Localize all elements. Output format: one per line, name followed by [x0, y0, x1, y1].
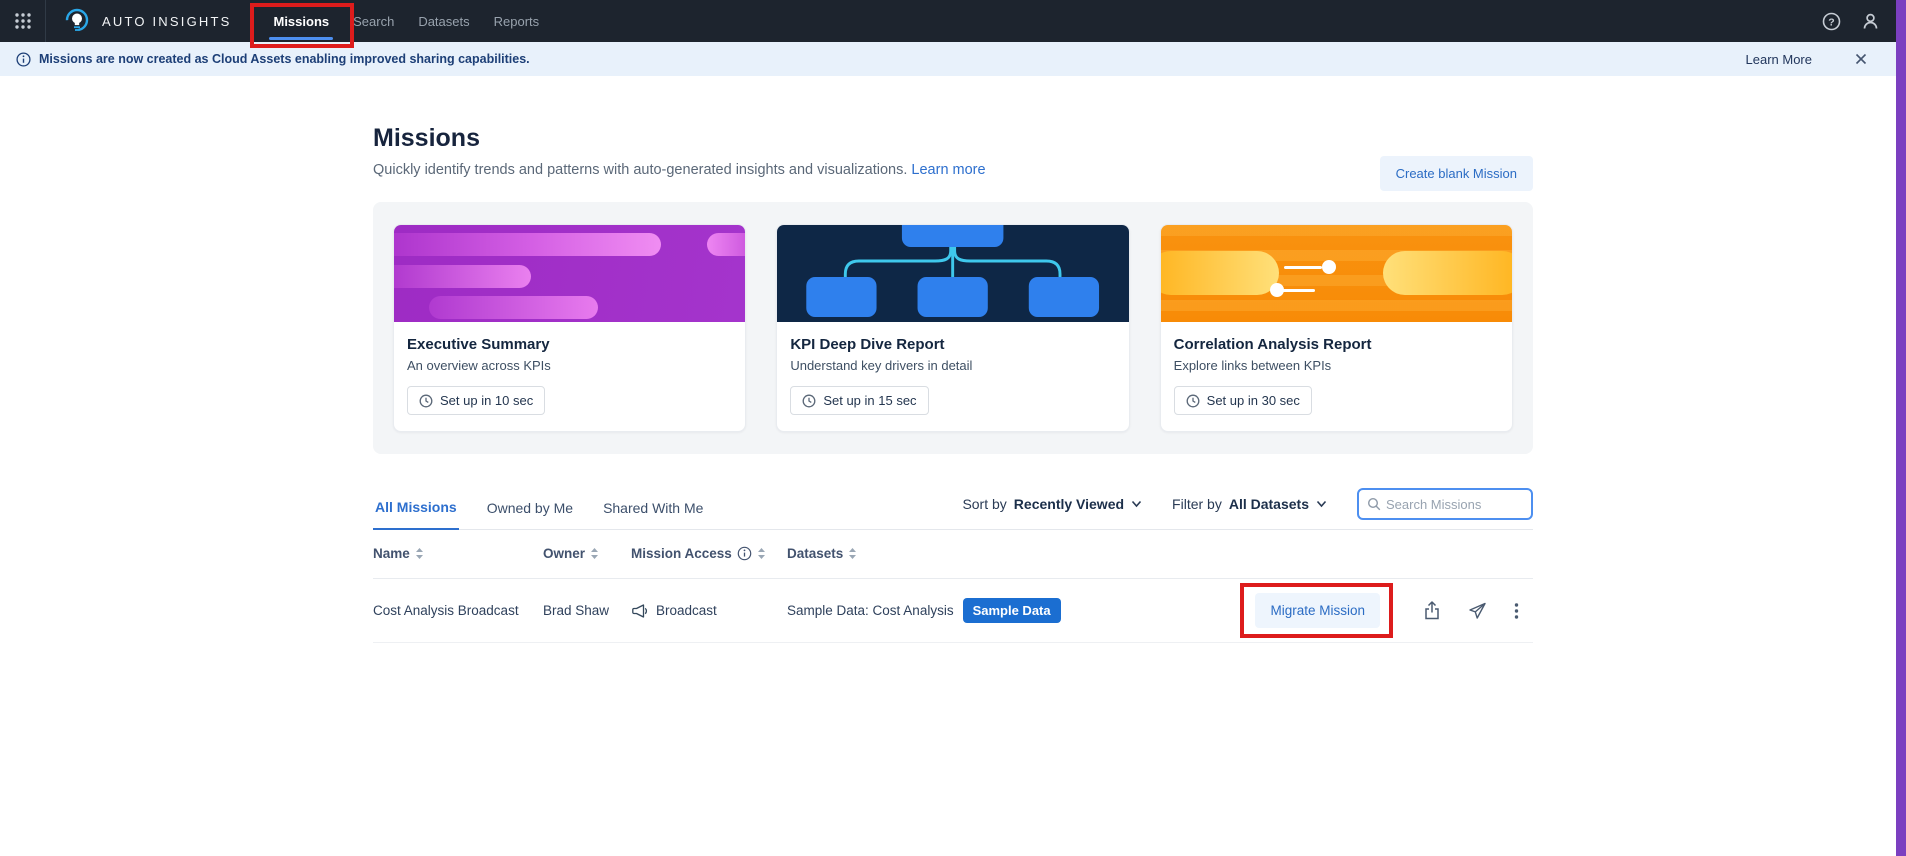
column-header-name[interactable]: Name [373, 546, 543, 561]
search-icon [1367, 497, 1381, 511]
card-correlation-analysis[interactable]: Correlation Analysis Report Explore link… [1160, 224, 1513, 432]
browser-edge-strip [1896, 0, 1906, 856]
card-title: KPI Deep Dive Report [790, 336, 1115, 353]
setup-time-badge: Set up in 30 sec [1174, 386, 1312, 415]
nav-item-reports[interactable]: Reports [482, 0, 552, 42]
broadcast-icon [631, 603, 648, 619]
create-blank-mission-button[interactable]: Create blank Mission [1380, 156, 1533, 191]
column-header-datasets[interactable]: Datasets [787, 546, 1533, 561]
clock-icon [802, 394, 816, 408]
chevron-down-icon [1131, 500, 1142, 508]
topbar-right: ? [1822, 0, 1906, 42]
close-icon [1854, 52, 1868, 66]
banner-close-button[interactable] [1854, 52, 1868, 66]
nav-item-missions[interactable]: Missions [261, 0, 341, 42]
app-launcher-button[interactable] [0, 0, 46, 42]
nav-item-search[interactable]: Search [341, 0, 406, 42]
card-executive-summary[interactable]: Executive Summary An overview across KPI… [393, 224, 746, 432]
banner-message: Missions are now created as Cloud Assets… [39, 52, 530, 66]
executive-summary-thumbnail [394, 225, 745, 322]
card-title: Executive Summary [407, 336, 732, 353]
user-icon[interactable] [1861, 12, 1880, 31]
mission-datasets: Sample Data: Cost Analysis Sample Data [787, 598, 1255, 623]
sort-icon [848, 547, 857, 560]
banner-message-group: Missions are now created as Cloud Assets… [16, 52, 530, 67]
row-actions: Migrate Mission [1255, 593, 1533, 628]
missions-table-header: Name Owner Mission Access Datasets [373, 530, 1533, 579]
mission-access: Broadcast [631, 603, 787, 619]
sort-dropdown[interactable]: Sort by Recently Viewed [962, 496, 1142, 512]
clock-icon [1186, 394, 1200, 408]
banner-learn-more-link[interactable]: Learn More [1746, 52, 1812, 67]
mission-owner: Brad Shaw [543, 603, 631, 618]
missions-tabs-row: All Missions Owned by Me Shared With Me … [373, 488, 1533, 530]
notification-banner: Missions are now created as Cloud Assets… [0, 42, 1906, 76]
kpi-deep-dive-thumbnail [777, 225, 1128, 322]
search-missions-input[interactable] [1386, 497, 1523, 512]
column-header-mission-access[interactable]: Mission Access [631, 546, 787, 561]
tab-shared-with-me[interactable]: Shared With Me [601, 500, 705, 529]
card-kpi-deep-dive[interactable]: KPI Deep Dive Report Understand key driv… [776, 224, 1129, 432]
info-icon [16, 52, 31, 67]
page-subtitle: Quickly identify trends and patterns wit… [373, 162, 1533, 178]
help-icon[interactable]: ? [1822, 12, 1841, 31]
more-options-button[interactable] [1514, 602, 1519, 620]
card-title: Correlation Analysis Report [1174, 336, 1499, 353]
tab-owned-by-me[interactable]: Owned by Me [485, 500, 575, 529]
clock-icon [419, 394, 433, 408]
list-controls: Sort by Recently Viewed Filter by All Da… [962, 488, 1533, 529]
topbar: AUTO INSIGHTS Missions Search Datasets R… [0, 0, 1906, 42]
paper-plane-icon [1468, 602, 1487, 620]
active-nav-underline [269, 37, 333, 40]
sort-icon [415, 547, 424, 560]
chevron-down-icon [1316, 500, 1327, 508]
grid-icon [13, 11, 33, 31]
top-navigation: Missions Search Datasets Reports [261, 0, 551, 42]
lightbulb-icon [64, 8, 90, 34]
template-cards-panel: Executive Summary An overview across KPI… [373, 202, 1533, 454]
page-title: Missions [373, 124, 1533, 153]
send-button[interactable] [1468, 602, 1487, 620]
nav-item-datasets[interactable]: Datasets [406, 0, 481, 42]
card-description: Understand key drivers in detail [790, 358, 1115, 373]
svg-text:?: ? [1828, 16, 1834, 28]
auto-insights-logo [64, 0, 90, 42]
setup-time-badge: Set up in 15 sec [790, 386, 928, 415]
column-header-owner[interactable]: Owner [543, 546, 631, 561]
page-header: Missions Quickly identify trends and pat… [373, 124, 1533, 178]
table-row[interactable]: Cost Analysis Broadcast Brad Shaw Broadc… [373, 579, 1533, 643]
main-content: Missions Quickly identify trends and pat… [373, 124, 1533, 643]
info-icon [737, 546, 752, 561]
correlation-analysis-thumbnail [1161, 225, 1512, 322]
card-description: An overview across KPIs [407, 358, 732, 373]
brand-title: AUTO INSIGHTS [102, 14, 231, 29]
setup-time-badge: Set up in 10 sec [407, 386, 545, 415]
search-missions-box [1357, 488, 1533, 520]
share-icon [1423, 601, 1441, 620]
mission-name[interactable]: Cost Analysis Broadcast [373, 603, 543, 618]
card-description: Explore links between KPIs [1174, 358, 1499, 373]
share-button[interactable] [1423, 601, 1441, 620]
kebab-menu-icon [1514, 602, 1519, 620]
learn-more-link[interactable]: Learn more [911, 162, 985, 178]
sample-data-badge: Sample Data [963, 598, 1061, 623]
migrate-mission-button[interactable]: Migrate Mission [1255, 593, 1380, 628]
tab-all-missions[interactable]: All Missions [373, 499, 459, 530]
filter-dropdown[interactable]: Filter by All Datasets [1172, 496, 1327, 512]
sort-icon [757, 547, 766, 560]
sort-icon [590, 547, 599, 560]
banner-right: Learn More [1746, 52, 1890, 67]
